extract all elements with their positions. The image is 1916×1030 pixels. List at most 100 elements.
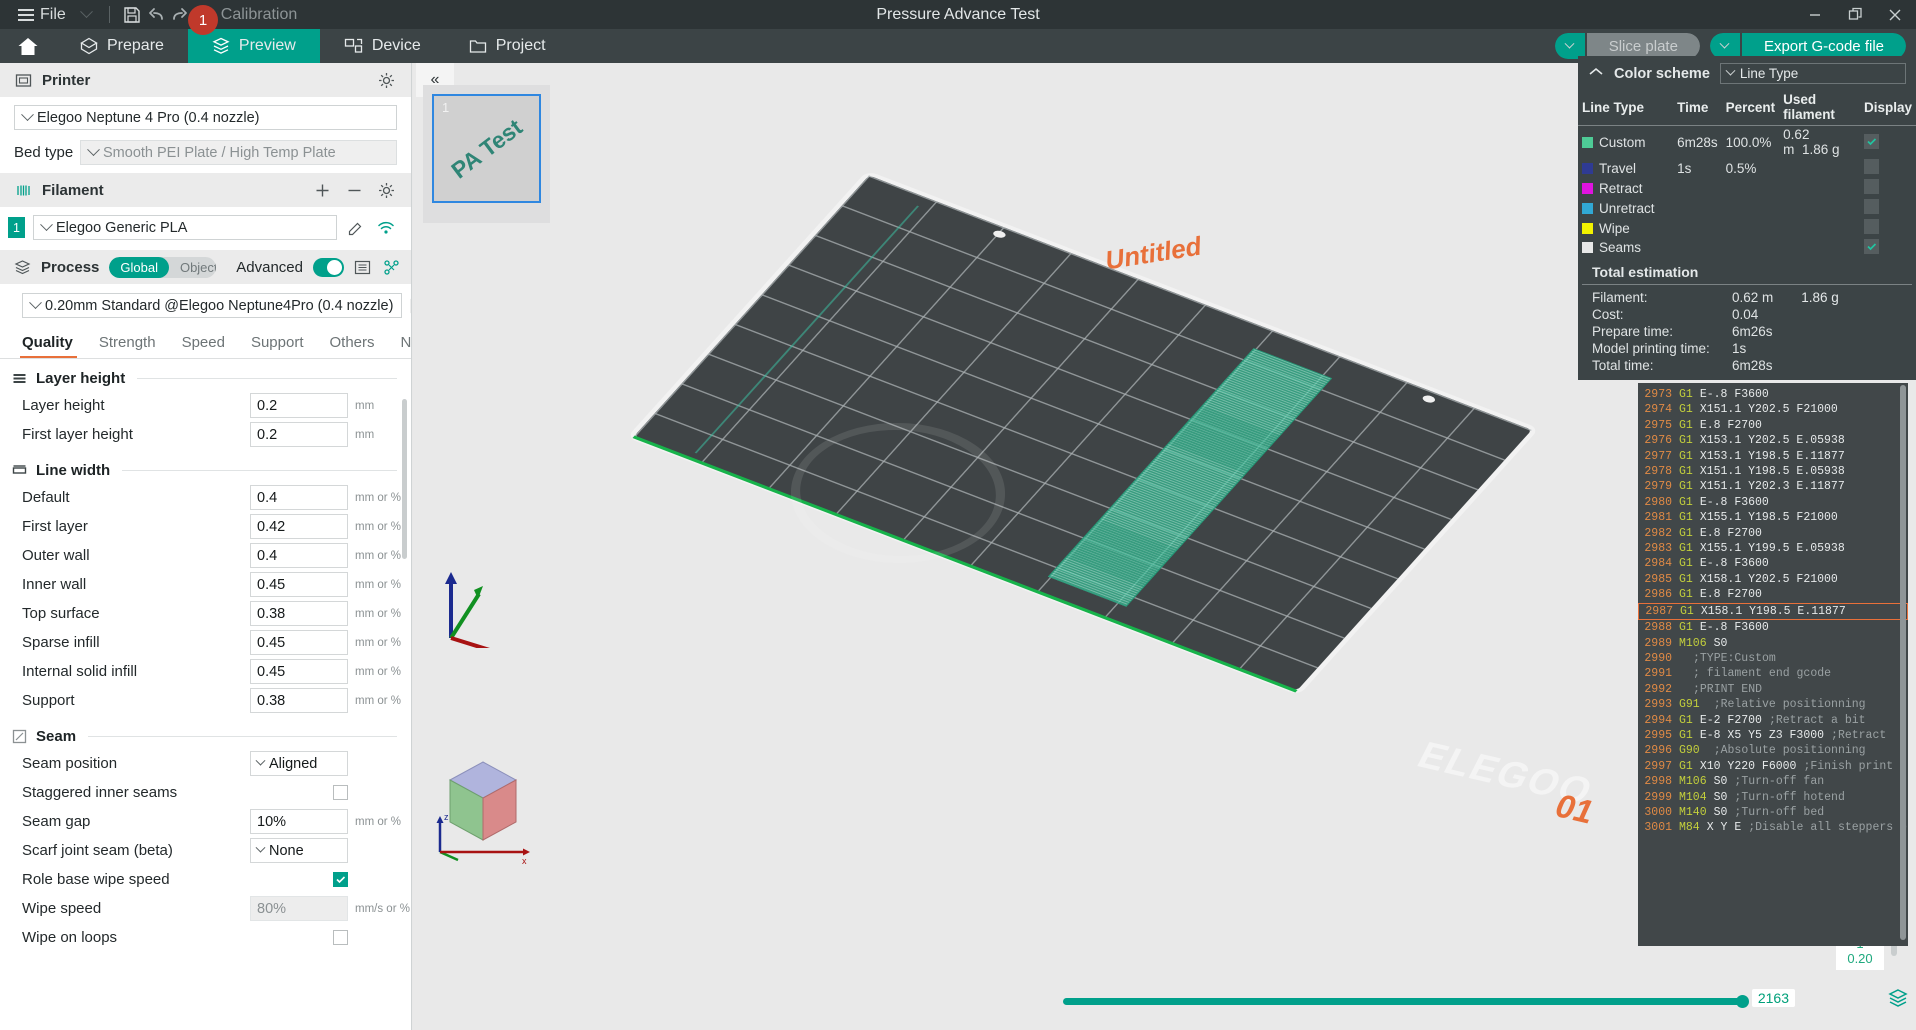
gcode-line[interactable]: 2984 G1 E-.8 F3600: [1638, 556, 1908, 571]
checkbox-wipe-on-loops[interactable]: [333, 930, 348, 945]
gcode-line[interactable]: 2989 M106 S0: [1638, 636, 1908, 651]
field-seam-gap[interactable]: 10%: [250, 809, 348, 834]
gcode-line[interactable]: 2975 G1 E.8 F2700: [1638, 418, 1908, 433]
gcode-line[interactable]: 2986 G1 E.8 F2700: [1638, 587, 1908, 602]
plate-thumbnail-1[interactable]: 1 PA Test: [432, 94, 541, 203]
parameter-list-icon[interactable]: [354, 256, 373, 278]
field-first-layer[interactable]: 0.42: [250, 514, 348, 539]
filament-index[interactable]: 1: [8, 217, 25, 238]
field-layer-height[interactable]: 0.2: [250, 393, 348, 418]
field-outer-wall[interactable]: 0.4: [250, 543, 348, 568]
gcode-line[interactable]: 2991 ; filament end gcode: [1638, 666, 1908, 681]
display-checkbox[interactable]: [1863, 134, 1879, 149]
gcode-line[interactable]: 3000 M140 S0 ;Turn-off bed: [1638, 805, 1908, 820]
plate-list[interactable]: 1 PA Test: [423, 85, 550, 223]
moves-slider[interactable]: 2163: [1063, 989, 1795, 1008]
tab-prepare[interactable]: Prepare: [56, 29, 188, 63]
select-scarf-joint-seam-beta[interactable]: None: [250, 838, 348, 863]
collapse-legend-icon[interactable]: [1588, 66, 1604, 81]
tab-notes[interactable]: Notes: [391, 328, 411, 358]
navigation-cube[interactable]: z x: [428, 748, 538, 866]
tab-device[interactable]: Device: [320, 29, 445, 63]
edit-filament-icon[interactable]: [345, 217, 367, 239]
tab-quality[interactable]: Quality: [12, 328, 89, 358]
gcode-line[interactable]: 2974 G1 X151.1 Y202.5 F21000: [1638, 402, 1908, 417]
filament-select[interactable]: Elegoo Generic PLA: [33, 215, 337, 240]
close-icon[interactable]: [1886, 6, 1904, 24]
field-internal-solid-infill[interactable]: 0.45: [250, 659, 348, 684]
checkbox-role-base-wipe-speed[interactable]: [333, 872, 348, 887]
minimize-icon[interactable]: [1806, 6, 1824, 24]
checkbox-staggered-inner-seams[interactable]: [333, 785, 348, 800]
gcode-line[interactable]: 2993 G91 ;Relative positionning: [1638, 697, 1908, 712]
line-type-row[interactable]: Unretract: [1578, 198, 1916, 218]
undo-icon[interactable]: [144, 4, 168, 26]
gcode-line[interactable]: 2976 G1 X153.1 Y202.5 E.05938: [1638, 433, 1908, 448]
field-support[interactable]: 0.38: [250, 688, 348, 713]
line-type-row[interactable]: Retract: [1578, 178, 1916, 198]
gcode-line[interactable]: 2999 M104 S0 ;Turn-off hotend: [1638, 790, 1908, 805]
process-preset-select[interactable]: 0.20mm Standard @Elegoo Neptune4Pro (0.4…: [22, 293, 403, 318]
display-checkbox[interactable]: [1863, 159, 1879, 174]
gcode-line[interactable]: 2979 G1 X151.1 Y202.3 E.11877: [1638, 479, 1908, 494]
line-type-row[interactable]: Custom 6m28s 100.0% 0.62 m 1.86 g: [1578, 126, 1916, 159]
gcode-line[interactable]: 2998 M106 S0 ;Turn-off fan: [1638, 774, 1908, 789]
gcode-line[interactable]: 2995 G1 E-8 X5 Y5 Z3 F3000 ;Retract: [1638, 728, 1908, 743]
add-filament-button[interactable]: [311, 179, 333, 201]
line-type-display-cell[interactable]: [1860, 126, 1916, 159]
line-type-row[interactable]: Seams: [1578, 238, 1916, 256]
file-menu-button[interactable]: File: [10, 0, 74, 29]
bed-type-select[interactable]: Smooth PEI Plate / High Temp Plate: [80, 140, 397, 165]
wifi-status-icon[interactable]: [375, 217, 397, 239]
layers-toggle-icon[interactable]: [1888, 988, 1908, 1008]
display-checkbox[interactable]: [1863, 239, 1879, 254]
field-sparse-infill[interactable]: 0.45: [250, 630, 348, 655]
remove-filament-button[interactable]: [343, 179, 365, 201]
menu-dropdown-button[interactable]: [74, 0, 99, 29]
tab-others[interactable]: Others: [320, 328, 391, 358]
notification-badge[interactable]: 1: [188, 5, 218, 35]
gcode-scrollbar[interactable]: [1900, 385, 1906, 940]
gcode-line[interactable]: 2973 G1 E-.8 F3600: [1638, 387, 1908, 402]
home-icon[interactable]: [0, 29, 56, 63]
field-wipe-speed[interactable]: 80%: [250, 896, 348, 921]
gcode-line[interactable]: 2994 G1 E-2 F2700 ;Retract a bit: [1638, 713, 1908, 728]
compare-presets-icon[interactable]: [382, 256, 401, 278]
gcode-line[interactable]: 2997 G1 X10 Y220 F6000 ;Finish print: [1638, 759, 1908, 774]
line-type-display-cell[interactable]: [1860, 178, 1916, 198]
gcode-line[interactable]: 2978 G1 X151.1 Y198.5 E.05938: [1638, 464, 1908, 479]
field-inner-wall[interactable]: 0.45: [250, 572, 348, 597]
process-scope-toggle[interactable]: Global Objects: [109, 256, 217, 278]
restore-icon[interactable]: [1846, 6, 1864, 24]
tab-project[interactable]: Project: [445, 29, 570, 63]
field-top-surface[interactable]: 0.38: [250, 601, 348, 626]
gcode-line[interactable]: 2981 G1 X155.1 Y198.5 F21000: [1638, 510, 1908, 525]
gcode-line[interactable]: 2985 G1 X158.1 Y202.5 F21000: [1638, 572, 1908, 587]
gcode-line[interactable]: 2983 G1 X155.1 Y199.5 E.05938: [1638, 541, 1908, 556]
display-checkbox[interactable]: [1863, 179, 1879, 194]
gcode-line[interactable]: 2982 G1 E.8 F2700: [1638, 526, 1908, 541]
save-preset-icon[interactable]: [410, 295, 411, 317]
gcode-line[interactable]: 2996 G90 ;Absolute positionning: [1638, 743, 1908, 758]
field-first-layer-height[interactable]: 0.2: [250, 422, 348, 447]
printer-settings-gear-icon[interactable]: [375, 69, 397, 91]
gcode-line[interactable]: 2977 G1 X153.1 Y198.5 E.11877: [1638, 449, 1908, 464]
line-type-display-cell[interactable]: [1860, 238, 1916, 256]
moves-slider-handle[interactable]: [1736, 995, 1749, 1008]
line-type-display-cell[interactable]: [1860, 198, 1916, 218]
select-seam-position[interactable]: Aligned: [250, 751, 348, 776]
gcode-line[interactable]: 2988 G1 E-.8 F3600: [1638, 620, 1908, 635]
gcode-line[interactable]: 2990 ;TYPE:Custom: [1638, 651, 1908, 666]
advanced-toggle[interactable]: [312, 257, 344, 277]
tab-strength[interactable]: Strength: [89, 328, 172, 358]
filament-settings-gear-icon[interactable]: [375, 179, 397, 201]
gcode-line[interactable]: 2987 G1 X158.1 Y198.5 E.11877: [1638, 602, 1908, 621]
settings-scrollbar[interactable]: [402, 399, 407, 559]
save-icon[interactable]: [120, 4, 144, 26]
gcode-line[interactable]: 2980 G1 E-.8 F3600: [1638, 495, 1908, 510]
scope-objects-option[interactable]: Objects: [169, 257, 216, 278]
line-type-row[interactable]: Travel 1s 0.5%: [1578, 158, 1916, 178]
tab-speed[interactable]: Speed: [172, 328, 241, 358]
color-scheme-select[interactable]: Line Type: [1719, 63, 1906, 84]
field-default[interactable]: 0.4: [250, 485, 348, 510]
